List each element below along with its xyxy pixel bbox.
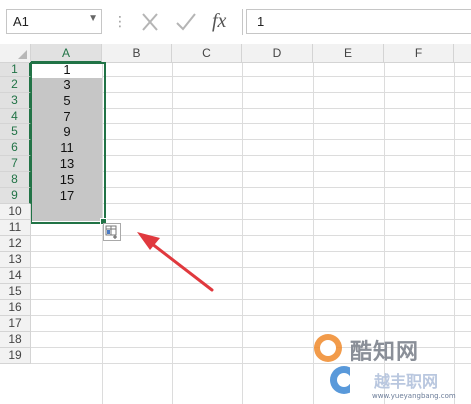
watermark-url: www.yueyangbang.com (372, 392, 456, 400)
watermark: 酷知网 越丰职网 www.yueyangbang.com (300, 318, 471, 404)
logo-icon (314, 334, 350, 394)
watermark-subtitle: 越丰职网 (374, 372, 439, 391)
watermark-name: 酷知网 (350, 340, 420, 365)
